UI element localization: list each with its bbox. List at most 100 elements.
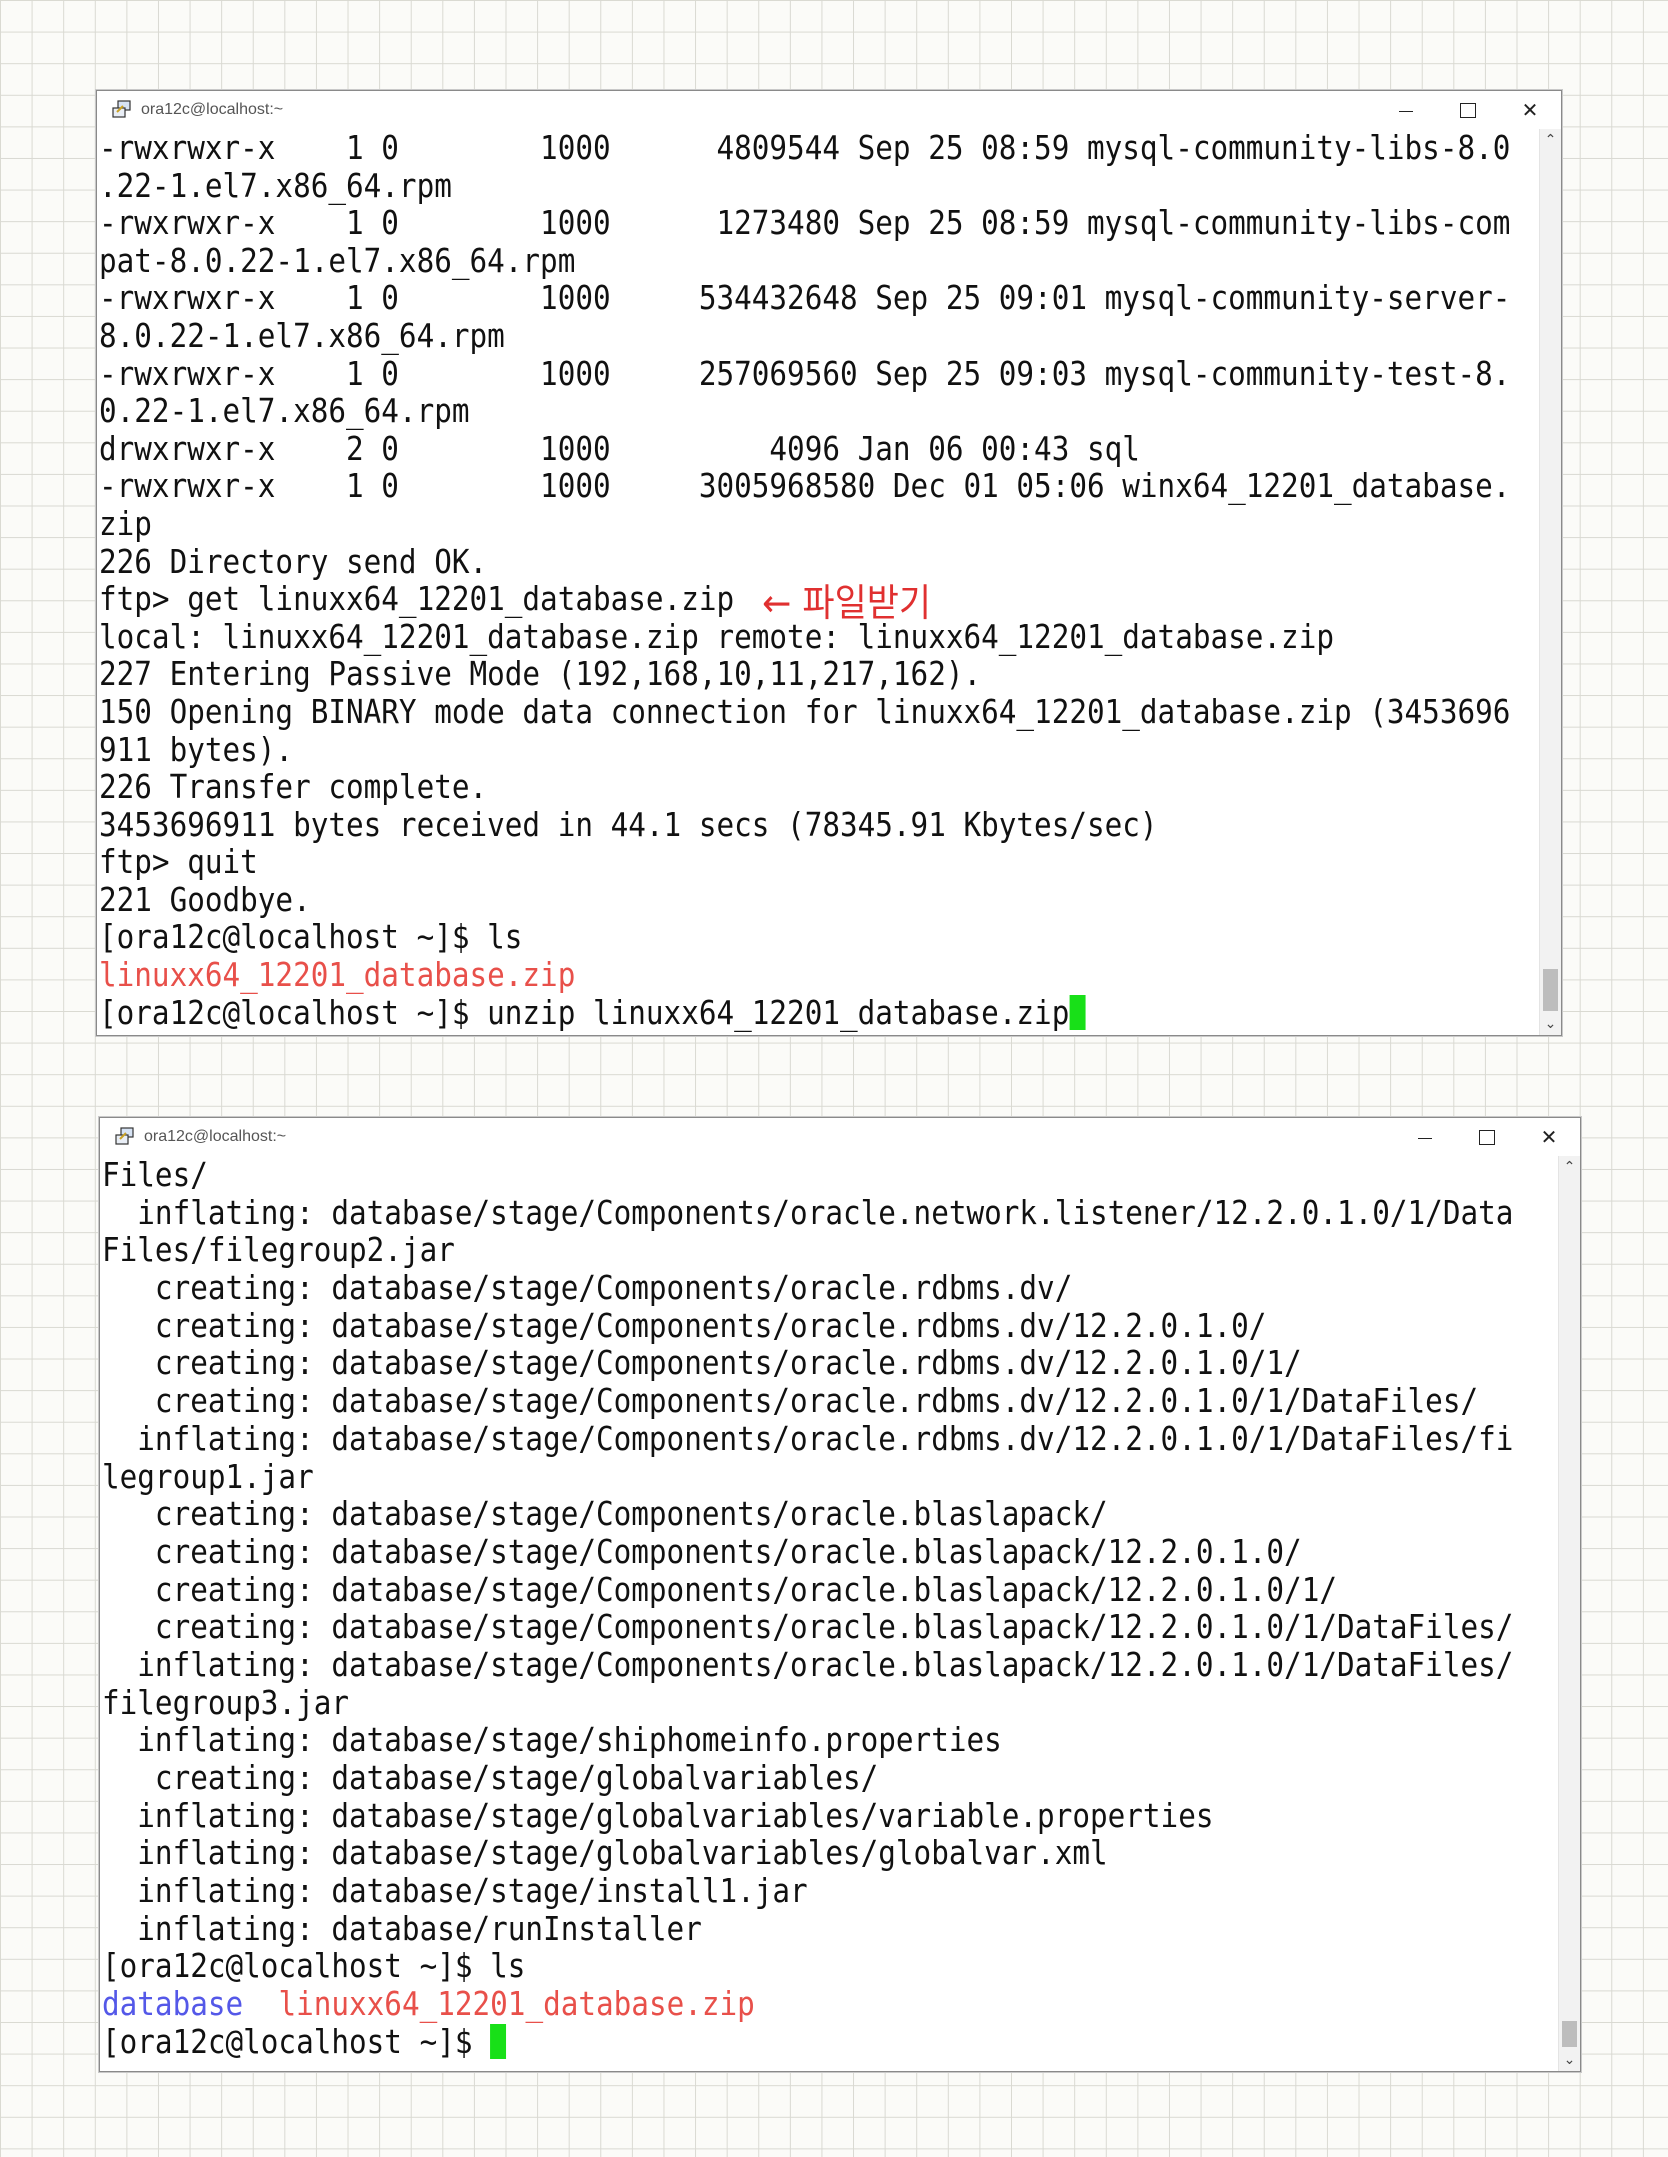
terminal-line-text: inflating: database/stage/Components/ora… bbox=[102, 1192, 1514, 1232]
terminal-line: 150 Opening BINARY mode data connection … bbox=[99, 693, 1510, 731]
terminal-window-unzip[interactable]: ora12c@localhost:~ ✕ Files/ inflating: d… bbox=[99, 1117, 1581, 2072]
terminal-line: creating: database/stage/Components/orac… bbox=[102, 1382, 1478, 1420]
terminal-line: creating: database/stage/Components/orac… bbox=[102, 1269, 1395, 1307]
terminal-line: -rwxrwxr-x 1 0 1000 534432648 Sep 25 09:… bbox=[99, 279, 1510, 317]
terminal-line: Files/ bbox=[102, 1156, 1395, 1194]
close-button[interactable]: ✕ bbox=[1499, 91, 1561, 129]
scroll-down-arrow-icon[interactable]: ⌄ bbox=[1540, 1013, 1561, 1035]
window-title: ora12c@localhost:~ bbox=[141, 101, 284, 118]
scroll-up-arrow-icon[interactable]: ⌃ bbox=[1540, 129, 1561, 151]
terminal-line: -rwxrwxr-x 1 0 1000 257069560 Sep 25 09:… bbox=[99, 354, 1510, 393]
terminal-window-ftp[interactable]: ora12c@localhost:~ ✕ -rwxrwxr-x 1 0 1000… bbox=[96, 90, 1562, 1036]
terminal-line: creating: database/stage/globalvariables… bbox=[102, 1759, 1395, 1797]
terminal-line: creating: database/stage/Components/orac… bbox=[102, 1306, 1395, 1345]
terminal-line: inflating: database/stage/globalvariable… bbox=[102, 1796, 1395, 1835]
terminal-line: 0.22-1.el7.x86_64.rpm bbox=[99, 392, 1378, 430]
minimize-icon bbox=[1399, 110, 1413, 112]
terminal-line-text: linuxx64_12201_database.zip bbox=[99, 955, 576, 995]
terminal-line: filegroup3.jar bbox=[102, 1683, 1395, 1722]
terminal-line-text: -rwxrwxr-x 1 0 1000 257069560 Sep 25 09:… bbox=[99, 353, 1511, 393]
scroll-down-arrow-icon[interactable]: ⌄ bbox=[1559, 2049, 1580, 2071]
close-icon: ✕ bbox=[1540, 1125, 1558, 1149]
minimize-button[interactable] bbox=[1394, 1118, 1456, 1156]
handwritten-annotation: ← 파일받기 bbox=[762, 581, 932, 625]
terminal-line-text: ftp> quit bbox=[99, 842, 258, 882]
terminal-line: inflating: database/stage/install1.jar bbox=[102, 1872, 1395, 1910]
terminal-line-text: 0.22-1.el7.x86_64.rpm bbox=[99, 391, 470, 431]
terminal-line-text: 221 Goodbye. bbox=[99, 879, 311, 919]
terminal-line-text: inflating: database/stage/install1.jar bbox=[102, 1871, 808, 1911]
terminal-line: -rwxrwxr-x 1 0 1000 3005968580 Dec 01 05… bbox=[99, 467, 1510, 505]
terminal-line: 226 Directory send OK. bbox=[99, 542, 1378, 581]
terminal-line-text: pat-8.0.22-1.el7.x86_64.rpm bbox=[99, 240, 576, 280]
vertical-scrollbar[interactable]: ⌃ ⌄ bbox=[1558, 1156, 1580, 2071]
terminal-line: [ora12c@localhost ~]$ ls bbox=[99, 918, 1378, 956]
terminal-line-text: 150 Opening BINARY mode data connection … bbox=[99, 691, 1511, 731]
window-titlebar[interactable]: ora12c@localhost:~ ✕ bbox=[97, 91, 1561, 129]
terminal-line-text: creating: database/stage/Components/orac… bbox=[102, 1607, 1514, 1647]
terminal-line: inflating: database/runInstaller bbox=[102, 1909, 1395, 1948]
terminal-line: inflating: database/stage/shiphomeinfo.p… bbox=[102, 1721, 1395, 1759]
terminal-line: inflating: database/stage/Components/ora… bbox=[102, 1646, 1513, 1684]
terminal-line-text: creating: database/stage/Components/orac… bbox=[102, 1268, 1073, 1308]
maximize-button[interactable] bbox=[1437, 91, 1499, 129]
terminal-line: [ora12c@localhost ~]$ bbox=[102, 2021, 1395, 2061]
terminal-line: 8.0.22-1.el7.x86_64.rpm bbox=[99, 317, 1378, 355]
terminal-line-text: inflating: database/stage/Components/ora… bbox=[102, 1418, 1514, 1458]
terminal-line-text: legroup1.jar bbox=[102, 1456, 314, 1496]
terminal-line: [ora12c@localhost ~]$ unzip linuxx64_122… bbox=[99, 992, 1378, 1032]
terminal-line: .22-1.el7.x86_64.rpm bbox=[99, 166, 1378, 205]
terminal-cursor bbox=[1069, 994, 1086, 1030]
terminal-line-text: inflating: database/stage/shiphomeinfo.p… bbox=[102, 1720, 1002, 1760]
terminal-line-text: creating: database/stage/Components/orac… bbox=[102, 1569, 1337, 1609]
terminal-cursor bbox=[490, 2024, 507, 2059]
window-title: ora12c@localhost:~ bbox=[144, 1128, 287, 1145]
terminal-line-text: creating: database/stage/Components/orac… bbox=[102, 1381, 1479, 1421]
terminal-line-text: drwxrwxr-x 2 0 1000 4096 Jan 06 00:43 sq… bbox=[99, 428, 1140, 468]
terminal-line: ftp> get linuxx64_12201_database.zip bbox=[99, 580, 1378, 618]
terminal-line: database linuxx64_12201_database.zip bbox=[102, 1985, 1395, 2023]
terminal-line-text: 226 Transfer complete. bbox=[99, 767, 488, 807]
window-titlebar[interactable]: ora12c@localhost:~ ✕ bbox=[100, 1118, 1580, 1156]
terminal-line-text: -rwxrwxr-x 1 0 1000 1273480 Sep 25 08:59… bbox=[99, 203, 1511, 243]
maximize-button[interactable] bbox=[1456, 1118, 1518, 1156]
minimize-button[interactable] bbox=[1375, 91, 1437, 129]
scroll-up-arrow-icon[interactable]: ⌃ bbox=[1559, 1156, 1580, 1178]
terminal-line-text: 8.0.22-1.el7.x86_64.rpm bbox=[99, 315, 505, 355]
terminal-line: ftp> quit bbox=[99, 843, 1378, 881]
ls-entry: database bbox=[102, 1984, 244, 2024]
terminal-line: creating: database/stage/Components/orac… bbox=[102, 1608, 1513, 1646]
terminal-line-text: creating: database/stage/Components/orac… bbox=[102, 1531, 1302, 1571]
ls-entry: linuxx64_12201_database.zip bbox=[278, 1984, 755, 2024]
close-icon: ✕ bbox=[1521, 98, 1539, 122]
terminal-line: -rwxrwxr-x 1 0 1000 4809544 Sep 25 08:59… bbox=[99, 129, 1510, 167]
terminal-line-text: zip bbox=[99, 503, 152, 543]
terminal-line-text: -rwxrwxr-x 1 0 1000 534432648 Sep 25 09:… bbox=[99, 278, 1511, 318]
putty-icon bbox=[112, 100, 131, 118]
terminal-line-text: -rwxrwxr-x 1 0 1000 4809544 Sep 25 08:59… bbox=[99, 129, 1511, 167]
terminal-line: creating: database/stage/Components/orac… bbox=[102, 1344, 1395, 1382]
terminal-line: 911 bytes). bbox=[99, 730, 1378, 769]
terminal-line-text: [ora12c@localhost ~]$ bbox=[102, 2021, 491, 2061]
terminal-output[interactable]: Files/ inflating: database/stage/Compone… bbox=[102, 1156, 1558, 2069]
terminal-line-text: creating: database/stage/Components/orac… bbox=[102, 1494, 1108, 1534]
terminal-line-text: Files/filegroup2.jar bbox=[102, 1230, 455, 1270]
terminal-line-text: [ora12c@localhost ~]$ ls bbox=[102, 1946, 526, 1986]
maximize-icon bbox=[1460, 102, 1476, 118]
terminal-line: inflating: database/stage/globalvariable… bbox=[102, 1834, 1395, 1872]
terminal-line: 3453696911 bytes received in 44.1 secs (… bbox=[99, 805, 1378, 844]
terminal-line: inflating: database/stage/Components/ora… bbox=[102, 1193, 1513, 1232]
terminal-line-text: local: linuxx64_12201_database.zip remot… bbox=[99, 616, 1334, 656]
terminal-line: inflating: database/stage/Components/ora… bbox=[102, 1419, 1513, 1458]
scrollbar-thumb[interactable] bbox=[1562, 2021, 1577, 2047]
terminal-line: zip bbox=[99, 505, 1378, 543]
vertical-scrollbar[interactable]: ⌃ ⌄ bbox=[1539, 129, 1561, 1035]
maximize-icon bbox=[1479, 1129, 1495, 1145]
terminal-line: Files/filegroup2.jar bbox=[102, 1231, 1395, 1269]
close-button[interactable]: ✕ bbox=[1518, 1118, 1580, 1156]
terminal-line-text: creating: database/stage/globalvariables… bbox=[102, 1758, 879, 1797]
terminal-line-text: ftp> get linuxx64_12201_database.zip bbox=[99, 579, 735, 619]
scrollbar-thumb[interactable] bbox=[1543, 969, 1558, 1011]
terminal-line-text: -rwxrwxr-x 1 0 1000 3005968580 Dec 01 05… bbox=[99, 466, 1511, 506]
terminal-line-text: [ora12c@localhost ~]$ unzip linuxx64_122… bbox=[99, 992, 1070, 1032]
